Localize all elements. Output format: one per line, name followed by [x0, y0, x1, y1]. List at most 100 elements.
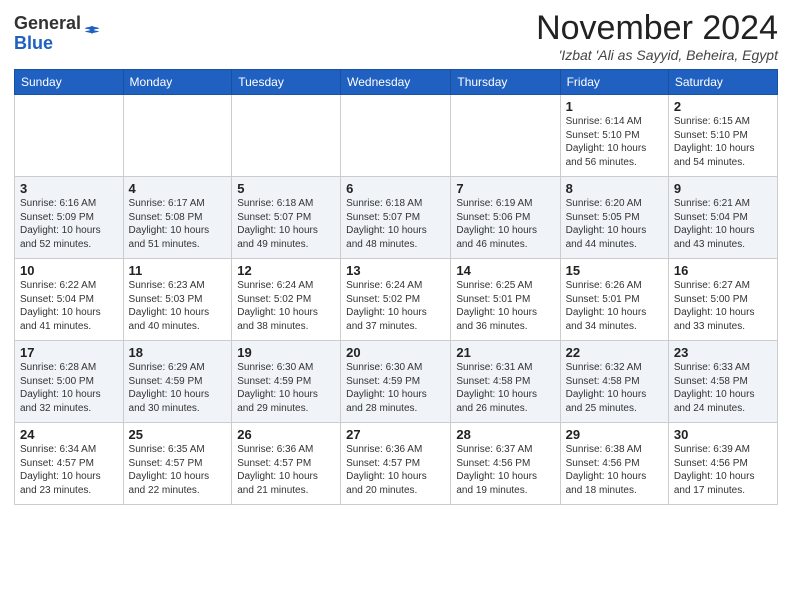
- day-info: Sunrise: 6:16 AM Sunset: 5:09 PM Dayligh…: [20, 197, 118, 251]
- header-saturday: Saturday: [668, 70, 777, 95]
- page-header: General Blue November 2024 'Izbat 'Ali a…: [14, 10, 778, 63]
- calendar-cell: 19Sunrise: 6:30 AM Sunset: 4:59 PM Dayli…: [232, 341, 341, 423]
- day-info: Sunrise: 6:34 AM Sunset: 4:57 PM Dayligh…: [20, 443, 118, 497]
- day-number: 10: [20, 263, 118, 278]
- day-number: 8: [566, 181, 663, 196]
- calendar-week-row: 1Sunrise: 6:14 AM Sunset: 5:10 PM Daylig…: [15, 95, 778, 177]
- day-number: 25: [129, 427, 227, 442]
- day-info: Sunrise: 6:25 AM Sunset: 5:01 PM Dayligh…: [456, 279, 554, 333]
- day-info: Sunrise: 6:17 AM Sunset: 5:08 PM Dayligh…: [129, 197, 227, 251]
- header-monday: Monday: [123, 70, 232, 95]
- calendar-cell: 1Sunrise: 6:14 AM Sunset: 5:10 PM Daylig…: [560, 95, 668, 177]
- day-info: Sunrise: 6:24 AM Sunset: 5:02 PM Dayligh…: [237, 279, 335, 333]
- calendar-cell: 7Sunrise: 6:19 AM Sunset: 5:06 PM Daylig…: [451, 177, 560, 259]
- calendar-cell: 20Sunrise: 6:30 AM Sunset: 4:59 PM Dayli…: [341, 341, 451, 423]
- day-number: 2: [674, 99, 772, 114]
- day-number: 6: [346, 181, 445, 196]
- day-info: Sunrise: 6:33 AM Sunset: 4:58 PM Dayligh…: [674, 361, 772, 415]
- calendar-cell: 9Sunrise: 6:21 AM Sunset: 5:04 PM Daylig…: [668, 177, 777, 259]
- day-info: Sunrise: 6:22 AM Sunset: 5:04 PM Dayligh…: [20, 279, 118, 333]
- day-info: Sunrise: 6:32 AM Sunset: 4:58 PM Dayligh…: [566, 361, 663, 415]
- calendar-cell: 3Sunrise: 6:16 AM Sunset: 5:09 PM Daylig…: [15, 177, 124, 259]
- day-number: 20: [346, 345, 445, 360]
- day-number: 17: [20, 345, 118, 360]
- location: 'Izbat 'Ali as Sayyid, Beheira, Egypt: [536, 47, 778, 63]
- header-friday: Friday: [560, 70, 668, 95]
- day-info: Sunrise: 6:30 AM Sunset: 4:59 PM Dayligh…: [237, 361, 335, 415]
- day-number: 28: [456, 427, 554, 442]
- calendar-cell: [341, 95, 451, 177]
- day-number: 11: [129, 263, 227, 278]
- day-number: 13: [346, 263, 445, 278]
- logo-text: General Blue: [14, 14, 81, 54]
- calendar-cell: 17Sunrise: 6:28 AM Sunset: 5:00 PM Dayli…: [15, 341, 124, 423]
- day-info: Sunrise: 6:39 AM Sunset: 4:56 PM Dayligh…: [674, 443, 772, 497]
- day-info: Sunrise: 6:36 AM Sunset: 4:57 PM Dayligh…: [237, 443, 335, 497]
- logo-general: General: [14, 14, 81, 34]
- day-info: Sunrise: 6:15 AM Sunset: 5:10 PM Dayligh…: [674, 115, 772, 169]
- day-info: Sunrise: 6:28 AM Sunset: 5:00 PM Dayligh…: [20, 361, 118, 415]
- day-number: 23: [674, 345, 772, 360]
- calendar-cell: [451, 95, 560, 177]
- day-number: 19: [237, 345, 335, 360]
- calendar-cell: 15Sunrise: 6:26 AM Sunset: 5:01 PM Dayli…: [560, 259, 668, 341]
- day-info: Sunrise: 6:18 AM Sunset: 5:07 PM Dayligh…: [346, 197, 445, 251]
- calendar-cell: 6Sunrise: 6:18 AM Sunset: 5:07 PM Daylig…: [341, 177, 451, 259]
- day-info: Sunrise: 6:29 AM Sunset: 4:59 PM Dayligh…: [129, 361, 227, 415]
- calendar-cell: 28Sunrise: 6:37 AM Sunset: 4:56 PM Dayli…: [451, 423, 560, 505]
- calendar-cell: [15, 95, 124, 177]
- day-number: 5: [237, 181, 335, 196]
- day-info: Sunrise: 6:27 AM Sunset: 5:00 PM Dayligh…: [674, 279, 772, 333]
- day-info: Sunrise: 6:19 AM Sunset: 5:06 PM Dayligh…: [456, 197, 554, 251]
- calendar-week-row: 17Sunrise: 6:28 AM Sunset: 5:00 PM Dayli…: [15, 341, 778, 423]
- day-number: 7: [456, 181, 554, 196]
- day-info: Sunrise: 6:37 AM Sunset: 4:56 PM Dayligh…: [456, 443, 554, 497]
- calendar-cell: 18Sunrise: 6:29 AM Sunset: 4:59 PM Dayli…: [123, 341, 232, 423]
- day-number: 16: [674, 263, 772, 278]
- day-number: 27: [346, 427, 445, 442]
- calendar-cell: 12Sunrise: 6:24 AM Sunset: 5:02 PM Dayli…: [232, 259, 341, 341]
- day-number: 30: [674, 427, 772, 442]
- day-info: Sunrise: 6:21 AM Sunset: 5:04 PM Dayligh…: [674, 197, 772, 251]
- calendar-cell: 29Sunrise: 6:38 AM Sunset: 4:56 PM Dayli…: [560, 423, 668, 505]
- calendar-cell: 14Sunrise: 6:25 AM Sunset: 5:01 PM Dayli…: [451, 259, 560, 341]
- day-number: 26: [237, 427, 335, 442]
- day-number: 1: [566, 99, 663, 114]
- calendar-cell: 10Sunrise: 6:22 AM Sunset: 5:04 PM Dayli…: [15, 259, 124, 341]
- header-thursday: Thursday: [451, 70, 560, 95]
- calendar-cell: [232, 95, 341, 177]
- day-number: 4: [129, 181, 227, 196]
- calendar-cell: 25Sunrise: 6:35 AM Sunset: 4:57 PM Dayli…: [123, 423, 232, 505]
- day-number: 14: [456, 263, 554, 278]
- calendar-cell: 8Sunrise: 6:20 AM Sunset: 5:05 PM Daylig…: [560, 177, 668, 259]
- page-container: General Blue November 2024 'Izbat 'Ali a…: [0, 0, 792, 511]
- day-info: Sunrise: 6:30 AM Sunset: 4:59 PM Dayligh…: [346, 361, 445, 415]
- calendar-cell: 21Sunrise: 6:31 AM Sunset: 4:58 PM Dayli…: [451, 341, 560, 423]
- calendar-cell: 13Sunrise: 6:24 AM Sunset: 5:02 PM Dayli…: [341, 259, 451, 341]
- header-wednesday: Wednesday: [341, 70, 451, 95]
- logo: General Blue: [14, 14, 101, 54]
- day-info: Sunrise: 6:14 AM Sunset: 5:10 PM Dayligh…: [566, 115, 663, 169]
- day-info: Sunrise: 6:26 AM Sunset: 5:01 PM Dayligh…: [566, 279, 663, 333]
- calendar-cell: 24Sunrise: 6:34 AM Sunset: 4:57 PM Dayli…: [15, 423, 124, 505]
- calendar-cell: 27Sunrise: 6:36 AM Sunset: 4:57 PM Dayli…: [341, 423, 451, 505]
- calendar-cell: 22Sunrise: 6:32 AM Sunset: 4:58 PM Dayli…: [560, 341, 668, 423]
- day-info: Sunrise: 6:31 AM Sunset: 4:58 PM Dayligh…: [456, 361, 554, 415]
- calendar-week-row: 24Sunrise: 6:34 AM Sunset: 4:57 PM Dayli…: [15, 423, 778, 505]
- month-title: November 2024: [536, 10, 778, 47]
- calendar-cell: 2Sunrise: 6:15 AM Sunset: 5:10 PM Daylig…: [668, 95, 777, 177]
- day-info: Sunrise: 6:20 AM Sunset: 5:05 PM Dayligh…: [566, 197, 663, 251]
- day-info: Sunrise: 6:35 AM Sunset: 4:57 PM Dayligh…: [129, 443, 227, 497]
- calendar-cell: 4Sunrise: 6:17 AM Sunset: 5:08 PM Daylig…: [123, 177, 232, 259]
- day-number: 29: [566, 427, 663, 442]
- calendar-cell: 16Sunrise: 6:27 AM Sunset: 5:00 PM Dayli…: [668, 259, 777, 341]
- header-tuesday: Tuesday: [232, 70, 341, 95]
- day-info: Sunrise: 6:38 AM Sunset: 4:56 PM Dayligh…: [566, 443, 663, 497]
- title-block: November 2024 'Izbat 'Ali as Sayyid, Beh…: [536, 10, 778, 63]
- day-info: Sunrise: 6:36 AM Sunset: 4:57 PM Dayligh…: [346, 443, 445, 497]
- day-number: 21: [456, 345, 554, 360]
- day-info: Sunrise: 6:23 AM Sunset: 5:03 PM Dayligh…: [129, 279, 227, 333]
- calendar-header-row: Sunday Monday Tuesday Wednesday Thursday…: [15, 70, 778, 95]
- day-number: 15: [566, 263, 663, 278]
- logo-bird-icon: [83, 24, 101, 42]
